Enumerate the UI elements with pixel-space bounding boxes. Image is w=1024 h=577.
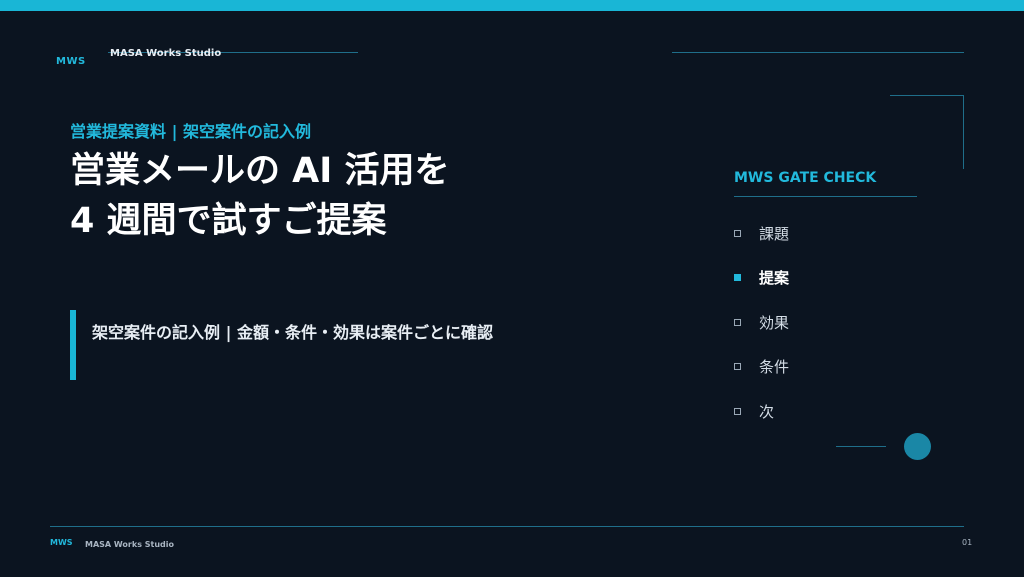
gate-check-item-label: 次 <box>759 403 775 421</box>
slide-eyebrow: 営業提案資料 | 架空案件の記入例 <box>70 122 311 141</box>
checkbox-icon <box>734 230 741 237</box>
gate-check-divider <box>734 196 917 197</box>
slide-subtitle: 架空案件の記入例 | 金額・条件・効果は案件ごとに確認 <box>92 323 493 342</box>
footer-divider <box>50 526 964 527</box>
header-studio-name: MASA Works Studio <box>110 48 222 59</box>
gate-check-item-issue: 課題 <box>734 223 789 244</box>
corner-ornament-vertical <box>963 95 964 169</box>
gate-check-item-effect: 効果 <box>734 312 789 333</box>
corner-ornament-horizontal <box>890 95 964 96</box>
gate-check-title: MWS GATE CHECK <box>734 170 877 186</box>
gate-check-item-label: 効果 <box>759 314 790 332</box>
gate-check-item-next: 次 <box>734 401 774 422</box>
gate-check-item-label: 課題 <box>759 225 790 243</box>
page-number: 01 <box>962 538 973 547</box>
header-divider-right <box>672 52 964 53</box>
header-logo: MWS <box>56 56 86 67</box>
top-accent-bar <box>0 0 1024 11</box>
gate-check-item-label: 提案 <box>759 269 790 287</box>
subtitle-accent-bar <box>70 310 76 380</box>
footer-studio-name: MASA Works Studio <box>85 540 174 549</box>
slide-title: 営業メールの AI 活用を 4 週間で試すご提案 <box>70 146 449 246</box>
gate-check-item-label: 条件 <box>759 358 790 376</box>
checkbox-checked-icon <box>734 274 741 281</box>
checkbox-icon <box>734 408 741 415</box>
slide-title-line-2: 4 週間で試すご提案 <box>70 201 387 241</box>
gate-check-item-conditions: 条件 <box>734 356 789 377</box>
checkbox-icon <box>734 363 741 370</box>
decorative-circle <box>904 433 931 460</box>
slide-title-line-1: 営業メールの AI 活用を <box>70 151 450 191</box>
footer-logo: MWS <box>50 538 73 547</box>
decorative-line <box>836 446 886 447</box>
gate-check-item-proposal: 提案 <box>734 267 789 288</box>
checkbox-icon <box>734 319 741 326</box>
